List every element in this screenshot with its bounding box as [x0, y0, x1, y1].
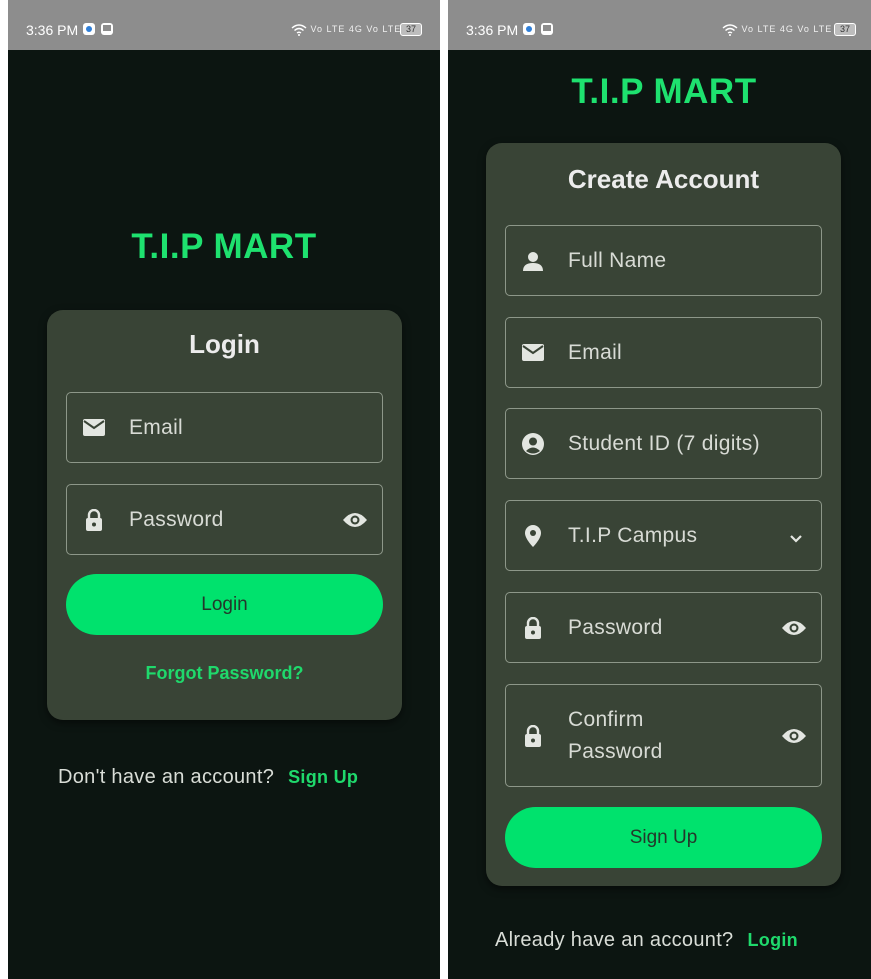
status-time: 3:36 PM	[466, 22, 519, 38]
login-button[interactable]: Login	[66, 574, 383, 635]
student-id-field[interactable]: Student ID (7 digits)	[505, 408, 822, 479]
password-field[interactable]: Password	[505, 592, 822, 663]
network-indicators: Vo LTE 4G Vo LTE 4G	[722, 22, 850, 36]
wifi-icon	[291, 23, 307, 36]
status-bar: 3:36 PM Vo LTE 4G Vo LTE 4G 37	[8, 0, 440, 50]
card-title: Create Account	[567, 164, 760, 194]
signup-screen: 3:36 PM Vo LTE 4G Vo LTE 4G 37 T.I.P MAR…	[448, 0, 871, 979]
login-screen: 3:36 PM Vo LTE 4G Vo LTE 4G 37 T.I.P MAR…	[8, 0, 440, 979]
battery-icon: 37	[400, 23, 422, 36]
password-field[interactable]: Password	[66, 484, 383, 555]
lock-icon	[522, 724, 544, 747]
messenger-icon	[83, 23, 95, 35]
confirm-password-field[interactable]: Confirm Password	[505, 684, 822, 787]
location-pin-icon	[522, 524, 544, 547]
lock-icon	[83, 508, 105, 531]
wifi-icon	[722, 23, 738, 36]
full-name-field[interactable]: Full Name	[505, 225, 822, 296]
email-field[interactable]: Email	[66, 392, 383, 463]
account-circle-icon	[522, 432, 544, 455]
email-placeholder: Email	[568, 340, 623, 364]
signup-card: Create Account Full Name Email Student I…	[486, 143, 841, 886]
status-bar: 3:36 PM Vo LTE 4G Vo LTE 4G 37	[448, 0, 871, 50]
campus-select[interactable]: T.I.P Campus	[505, 500, 822, 571]
password-placeholder: Password	[568, 615, 663, 639]
person-icon	[522, 250, 544, 272]
login-prompt: Already have an account? Login	[495, 929, 798, 952]
eye-icon[interactable]	[781, 727, 807, 745]
campus-value: T.I.P Campus	[568, 523, 698, 547]
battery-icon: 37	[834, 23, 856, 36]
login-link[interactable]: Login	[747, 930, 797, 950]
signup-prompt: Don't have an account? Sign Up	[58, 766, 358, 789]
chevron-down-icon[interactable]	[789, 531, 803, 543]
signup-link[interactable]: Sign Up	[288, 767, 358, 787]
password-placeholder: Password	[129, 507, 224, 531]
mail-icon	[83, 417, 105, 439]
login-card: Login Email Password Login Forgot Passwo…	[47, 310, 402, 720]
email-placeholder: Email	[129, 415, 184, 439]
signup-button[interactable]: Sign Up	[505, 807, 822, 868]
email-field[interactable]: Email	[505, 317, 822, 388]
confirm-password-placeholder: Confirm Password	[568, 707, 663, 763]
brand-title: T.I.P MART	[131, 227, 317, 266]
eye-icon[interactable]	[342, 511, 368, 529]
lock-icon	[522, 616, 544, 639]
status-time: 3:36 PM	[26, 22, 79, 38]
full-name-placeholder: Full Name	[568, 248, 667, 272]
card-title: Login	[189, 329, 260, 359]
login-prompt-text: Already have an account?	[495, 929, 734, 951]
screen-icon	[101, 23, 113, 35]
forgot-password-link[interactable]: Forgot Password?	[47, 663, 402, 684]
student-id-placeholder: Student ID (7 digits)	[568, 431, 760, 455]
signup-prompt-text: Don't have an account?	[58, 766, 275, 788]
eye-icon[interactable]	[781, 619, 807, 637]
brand-title: T.I.P MART	[571, 72, 757, 111]
mail-icon	[522, 342, 544, 364]
messenger-icon	[523, 23, 535, 35]
screen-icon	[541, 23, 553, 35]
